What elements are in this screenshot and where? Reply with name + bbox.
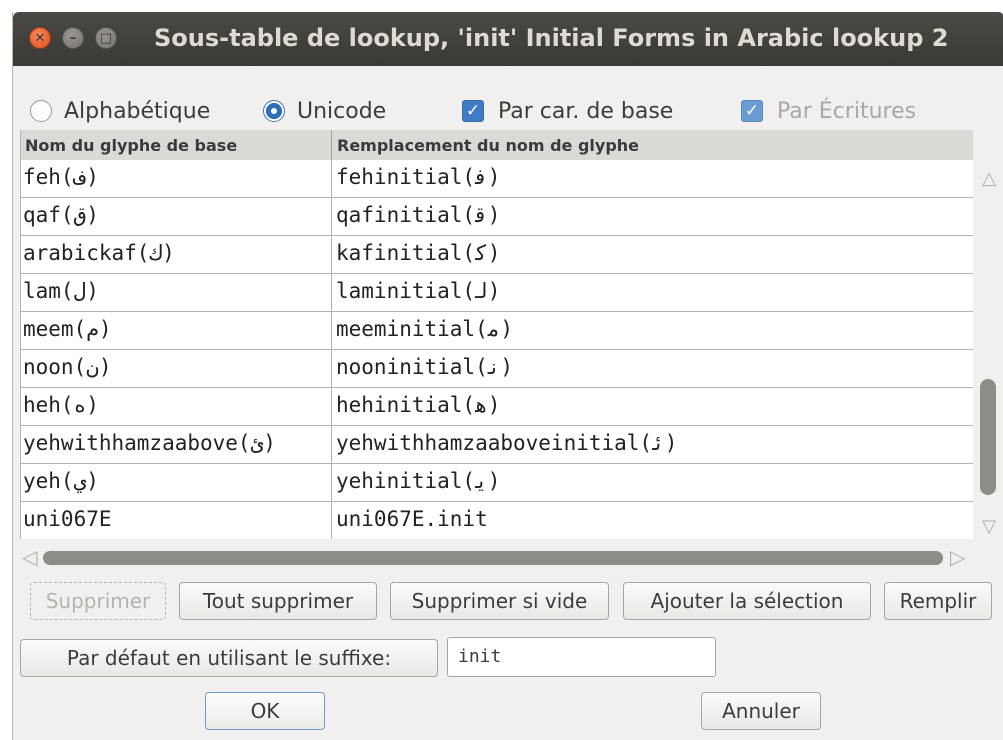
- tout-supprimer-button[interactable]: Tout supprimer: [179, 582, 377, 620]
- checkbox-par-ecritures-label: Par Écritures: [777, 98, 917, 124]
- table-row[interactable]: arabickaf(ك) kafinitial(ﻛ): [21, 236, 973, 274]
- column-header-base-glyph[interactable]: Nom du glyphe de base: [25, 136, 237, 155]
- checkbox-checked-icon[interactable]: ✓: [462, 100, 484, 122]
- cell-divider: [331, 388, 332, 426]
- replacement-glyph-cell[interactable]: yehwithhamzaaboveinitial(ﺋ): [336, 431, 677, 455]
- table-row[interactable]: qaf(ق) qafinitial(ﻗ): [21, 198, 973, 236]
- replacement-glyph-cell[interactable]: kafinitial(ﻛ): [336, 241, 500, 265]
- table-row[interactable]: yehwithhamzaabove(ئ) yehwithhamzaabovein…: [21, 426, 973, 464]
- replacement-glyph-cell[interactable]: qafinitial(ﻗ): [336, 203, 500, 227]
- dialog-window: ✕ – □ Sous-table de lookup, 'init' Initi…: [12, 12, 1003, 740]
- checkbox-par-car-de-base[interactable]: ✓ Par car. de base: [462, 98, 673, 124]
- cell-divider: [331, 198, 332, 236]
- suffix-input[interactable]: init: [447, 637, 716, 677]
- column-divider: [331, 130, 332, 160]
- table-row[interactable]: noon(ن) nooninitial(ﻧ): [21, 350, 973, 388]
- window-title: Sous-table de lookup, 'init' Initial For…: [154, 24, 949, 52]
- radio-unicode-label: Unicode: [297, 98, 387, 124]
- base-glyph-cell[interactable]: yehwithhamzaabove(ئ): [23, 431, 276, 455]
- remplir-button[interactable]: Remplir: [884, 582, 992, 620]
- ajouter-la-selection-button[interactable]: Ajouter la sélection: [623, 582, 871, 620]
- minimize-icon[interactable]: –: [62, 27, 84, 49]
- radio-alphabetique[interactable]: Alphabétique: [30, 98, 210, 124]
- radio-unchecked-icon[interactable]: [30, 100, 52, 122]
- cell-divider: [331, 274, 332, 312]
- par-defaut-suffixe-button[interactable]: Par défaut en utilisant le suffixe:: [20, 639, 438, 677]
- column-header-replacement[interactable]: Remplacement du nom de glyphe: [337, 136, 639, 155]
- base-glyph-cell[interactable]: arabickaf(ك): [23, 241, 175, 265]
- table-row[interactable]: heh(ه) hehinitial(ﻫ): [21, 388, 973, 426]
- annuler-button[interactable]: Annuler: [701, 692, 821, 730]
- substitution-table[interactable]: Nom du glyphe de base Remplacement du no…: [20, 130, 973, 539]
- base-glyph-cell[interactable]: noon(ن): [23, 355, 112, 379]
- base-glyph-cell[interactable]: heh(ه): [23, 393, 99, 417]
- ok-button[interactable]: OK: [205, 692, 325, 730]
- radio-alphabetique-label: Alphabétique: [64, 98, 211, 124]
- table-row[interactable]: uni067E uni067E.init: [21, 502, 973, 539]
- checkbox-checked-disabled-icon[interactable]: ✓: [741, 100, 763, 122]
- cell-divider: [331, 312, 332, 350]
- maximize-icon[interactable]: □: [95, 27, 117, 49]
- table-row[interactable]: lam(ل) laminitial(ﻟ): [21, 274, 973, 312]
- base-glyph-cell[interactable]: qaf(ق): [23, 203, 99, 227]
- cell-divider: [331, 236, 332, 274]
- title-bar[interactable]: ✕ – □ Sous-table de lookup, 'init' Initi…: [13, 12, 1003, 66]
- checkbox-par-car-de-base-label: Par car. de base: [498, 98, 674, 124]
- cell-divider: [331, 464, 332, 502]
- cell-divider: [331, 350, 332, 388]
- checkbox-par-ecritures[interactable]: ✓ Par Écritures: [741, 98, 916, 124]
- replacement-glyph-cell[interactable]: laminitial(ﻟ): [336, 279, 500, 303]
- cell-divider: [331, 160, 332, 198]
- radio-unicode[interactable]: Unicode: [263, 98, 386, 124]
- vertical-scrollbar[interactable]: △ ▽: [974, 160, 1002, 542]
- replacement-glyph-cell[interactable]: yehinitial(ﻳ): [336, 469, 500, 493]
- radio-checked-icon[interactable]: [263, 100, 285, 122]
- scroll-up-arrow-icon[interactable]: △: [978, 170, 1000, 188]
- base-glyph-cell[interactable]: meem(م): [23, 317, 112, 341]
- base-glyph-cell[interactable]: uni067E: [23, 507, 112, 531]
- table-row[interactable]: feh(ف) fehinitial(ﻓ): [21, 160, 973, 198]
- table-row[interactable]: meem(م) meeminitial(ﻣ): [21, 312, 973, 350]
- base-glyph-cell[interactable]: feh(ف): [23, 165, 99, 189]
- scroll-down-arrow-icon[interactable]: ▽: [978, 518, 1000, 536]
- replacement-glyph-cell[interactable]: nooninitial(ﻧ): [336, 355, 513, 379]
- supprimer-button[interactable]: Supprimer: [30, 582, 166, 620]
- supprimer-si-vide-button[interactable]: Supprimer si vide: [390, 582, 609, 620]
- scroll-left-arrow-icon[interactable]: ◁: [22, 545, 37, 569]
- vertical-scrollbar-thumb[interactable]: [980, 379, 996, 495]
- base-glyph-cell[interactable]: yeh(ي): [23, 469, 99, 493]
- close-icon[interactable]: ✕: [29, 27, 51, 49]
- replacement-glyph-cell[interactable]: uni067E.init: [336, 507, 488, 531]
- scroll-right-arrow-icon[interactable]: ▷: [950, 545, 965, 569]
- replacement-glyph-cell[interactable]: fehinitial(ﻓ): [336, 165, 500, 189]
- cell-divider: [331, 426, 332, 464]
- base-glyph-cell[interactable]: lam(ل): [23, 279, 99, 303]
- horizontal-scrollbar[interactable]: ◁ ▷: [20, 544, 972, 570]
- cell-divider: [331, 502, 332, 539]
- horizontal-scrollbar-thumb[interactable]: [43, 551, 943, 565]
- replacement-glyph-cell[interactable]: meeminitial(ﻣ): [336, 317, 513, 341]
- table-header: Nom du glyphe de base Remplacement du no…: [21, 130, 973, 160]
- replacement-glyph-cell[interactable]: hehinitial(ﻫ): [336, 393, 500, 417]
- table-row[interactable]: yeh(ي) yehinitial(ﻳ): [21, 464, 973, 502]
